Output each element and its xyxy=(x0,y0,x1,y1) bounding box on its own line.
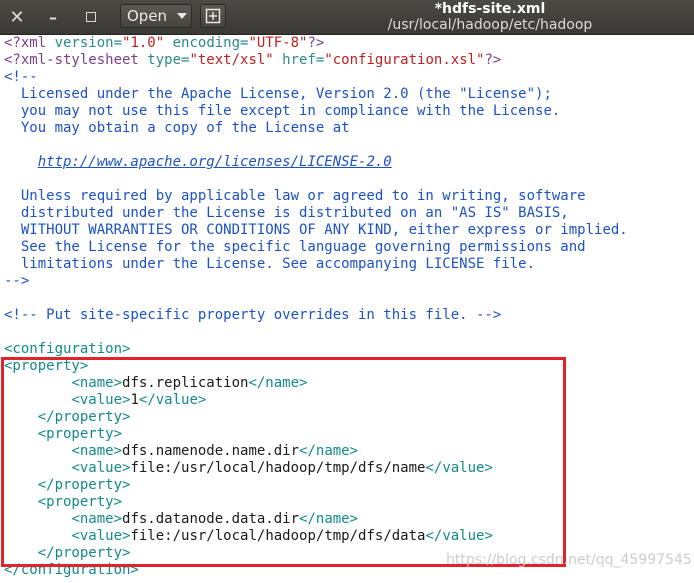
open-button[interactable]: Open xyxy=(120,4,192,28)
window-title: *hdfs-site.xml /usr/local/hadoop/etc/had… xyxy=(300,1,680,33)
property-name: dfs.replication xyxy=(122,375,249,391)
property-name-line: <name>dfs.replication</name> xyxy=(71,375,308,391)
new-document-button[interactable] xyxy=(200,4,226,28)
license-line: Unless required by applicable law or agr… xyxy=(4,188,586,204)
license-line: you may not use this file except in comp… xyxy=(4,103,561,119)
maximize-icon[interactable] xyxy=(80,6,102,28)
license-link[interactable]: http://www.apache.org/licenses/LICENSE-2… xyxy=(38,154,392,170)
chevron-down-icon xyxy=(177,13,188,19)
license-line: limitations under the License. See accom… xyxy=(4,256,536,272)
license-line: See the License for the specific languag… xyxy=(4,239,586,255)
configuration-close-tag: </configuration> xyxy=(4,562,139,578)
property-value-line: <value>file:/usr/local/hadoop/tmp/dfs/da… xyxy=(71,528,493,544)
stylesheet-line: <?xml-stylesheet type="text/xsl" href="c… xyxy=(4,52,502,68)
xml-declaration-line: <?xml version="1.0" encoding="UTF-8"?> xyxy=(4,35,325,51)
license-line: You may obtain a copy of the License at xyxy=(4,120,350,136)
property-value: 1 xyxy=(130,392,139,408)
property-close-tag: </property> xyxy=(37,477,131,493)
editor-text-area[interactable]: <?xml version="1.0" encoding="UTF-8"?> <… xyxy=(0,35,694,583)
open-button-label: Open xyxy=(127,7,168,25)
close-icon[interactable]: ✕ xyxy=(6,6,28,28)
property-close-tag: </property> xyxy=(37,409,131,425)
comment-open-line: <!-- xyxy=(4,69,38,85)
title-bar: ✕ – Open *hdfs-site.xml /usr/local/hadoo… xyxy=(0,0,694,35)
property-value-line: <value>file:/usr/local/hadoop/tmp/dfs/na… xyxy=(71,460,493,476)
comment-close-line: --> xyxy=(4,273,30,289)
property-open-tag: <property> xyxy=(4,358,89,374)
new-document-icon xyxy=(205,8,221,24)
watermark: https://blog.csdn.net/qq_45997545 xyxy=(446,552,692,568)
property-name: dfs.namenode.name.dir xyxy=(122,443,300,459)
configuration-open-tag: <configuration> xyxy=(4,341,131,357)
property-value-line: <value>1</value> xyxy=(71,392,207,408)
text-editor-window: ✕ – Open *hdfs-site.xml /usr/local/hadoo… xyxy=(0,0,694,583)
property-name-line: <name>dfs.datanode.data.dir</name> xyxy=(71,511,359,527)
property-value: file:/usr/local/hadoop/tmp/dfs/data xyxy=(130,528,426,544)
property-value: file:/usr/local/hadoop/tmp/dfs/name xyxy=(130,460,426,476)
license-line: distributed under the License is distrib… xyxy=(4,205,569,221)
file-path: /usr/local/hadoop/etc/hadoop xyxy=(387,17,593,33)
license-link-line: http://www.apache.org/licenses/LICENSE-2… xyxy=(4,154,392,171)
license-line: WITHOUT WARRANTIES OR CONDITIONS OF ANY … xyxy=(4,222,628,238)
property-open-tag: <property> xyxy=(37,494,123,510)
minimize-icon[interactable]: – xyxy=(42,6,64,28)
property-close-tag: </property> xyxy=(37,545,131,561)
property-name: dfs.datanode.data.dir xyxy=(122,511,300,527)
file-name: *hdfs-site.xml xyxy=(434,1,546,17)
property-open-tag: <property> xyxy=(37,426,123,442)
license-line: Licensed under the Apache License, Versi… xyxy=(4,86,552,102)
property-name-line: <name>dfs.namenode.name.dir</name> xyxy=(71,443,359,459)
site-comment-line: <!-- Put site-specific property override… xyxy=(4,307,502,323)
